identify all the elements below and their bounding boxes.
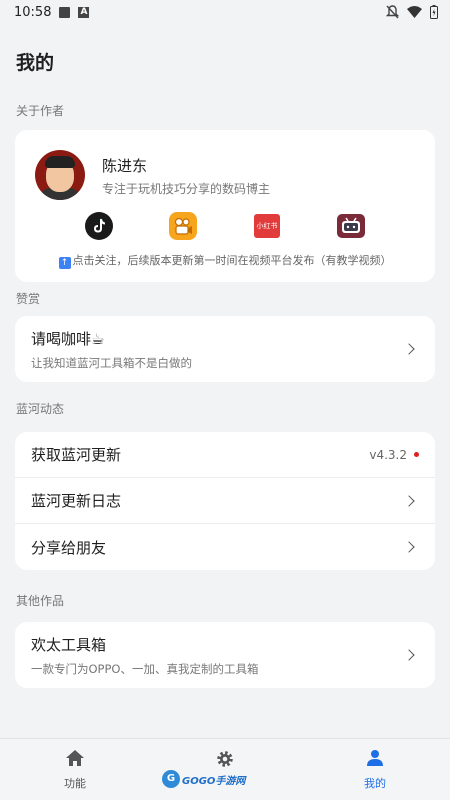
donate-title: 请喝咖啡☕ <box>31 329 105 348</box>
tiktok-icon[interactable] <box>85 212 113 240</box>
arrow-up-icon: ↑ <box>58 257 71 269</box>
get-update-row[interactable]: 获取蓝河更新 v4.3.2 <box>15 432 435 478</box>
watermark-text: GOGO手游网 <box>182 775 246 787</box>
nav-tab-features[interactable]: 功能 <box>0 739 150 800</box>
author-desc: 专注于玩机技巧分享的数码博主 <box>102 182 271 196</box>
kuaishou-icon[interactable] <box>169 212 197 240</box>
person-icon <box>367 749 383 766</box>
chevron-right-icon <box>403 343 415 355</box>
notifications-off-icon <box>386 5 399 19</box>
xiaohongshu-label: 小红书 <box>256 222 278 230</box>
update-badge <box>414 452 419 457</box>
gallery-notification-icon <box>59 6 71 18</box>
chevron-right-icon <box>403 494 415 507</box>
get-update-title: 获取蓝河更新 <box>31 446 122 464</box>
gear-icon <box>217 751 233 767</box>
changelog-row[interactable]: 蓝河更新日志 <box>15 478 435 524</box>
xiaohongshu-icon[interactable]: 小红书 <box>254 214 280 238</box>
avatar[interactable] <box>35 150 85 200</box>
wifi-icon <box>407 6 422 18</box>
section-label-donate: 赞赏 <box>16 292 41 306</box>
author-name: 陈进东 <box>102 157 148 175</box>
section-label-author: 关于作者 <box>16 104 65 118</box>
follow-note-text: 点击关注，后续版本更新第一时间在视频平台发布（有教学视频） <box>72 254 392 267</box>
changelog-title: 蓝河更新日志 <box>31 492 122 510</box>
oppo-toolbox-title: 欢太工具箱 <box>31 635 107 654</box>
chevron-right-icon <box>403 649 415 661</box>
battery-icon <box>430 5 438 19</box>
bottom-nav: 功能 我的 G GOGO手游网 <box>0 738 450 800</box>
oppo-toolbox-sub: 一款专门为OPPO、一加、真我定制的工具箱 <box>31 661 259 676</box>
status-bar: 10:58 A <box>0 0 450 24</box>
bilibili-icon[interactable] <box>337 214 365 238</box>
follow-note: ↑ 点击关注，后续版本更新第一时间在视频平台发布（有教学视频） <box>15 252 435 269</box>
watermark-logo: G GOGO手游网 <box>162 768 250 790</box>
nav-label-features: 功能 <box>64 776 86 790</box>
version-label: v4.3.2 <box>369 447 407 462</box>
section-label-other: 其他作品 <box>16 594 65 608</box>
page-title: 我的 <box>16 52 55 74</box>
section-label-updates: 蓝河动态 <box>16 402 65 416</box>
social-links: 小红书 <box>15 212 435 242</box>
chevron-right-icon <box>403 541 415 553</box>
nav-label-mine: 我的 <box>364 776 386 790</box>
status-time: 10:58 <box>14 4 52 20</box>
donate-row[interactable]: 请喝咖啡☕ 让我知道蓝河工具箱不是白做的 <box>15 316 435 382</box>
a-notification-icon: A <box>78 6 90 18</box>
watermark-icon: G <box>162 770 180 788</box>
donate-card: 请喝咖啡☕ 让我知道蓝河工具箱不是白做的 <box>15 316 435 382</box>
other-card: 欢太工具箱 一款专门为OPPO、一加、真我定制的工具箱 <box>15 622 435 688</box>
updates-card: 获取蓝河更新 v4.3.2 蓝河更新日志 分享给朋友 <box>15 432 435 570</box>
home-icon <box>66 749 84 766</box>
oppo-toolbox-row[interactable]: 欢太工具箱 一款专门为OPPO、一加、真我定制的工具箱 <box>15 622 435 688</box>
nav-tab-mine[interactable]: 我的 <box>300 739 450 800</box>
author-card: 陈进东 专注于玩机技巧分享的数码博主 小红书 ↑ 点击关注，后续版本更新第一时间在… <box>15 130 435 282</box>
share-row[interactable]: 分享给朋友 <box>15 524 435 570</box>
donate-sub: 让我知道蓝河工具箱不是白做的 <box>31 355 192 370</box>
share-title: 分享给朋友 <box>31 538 107 557</box>
